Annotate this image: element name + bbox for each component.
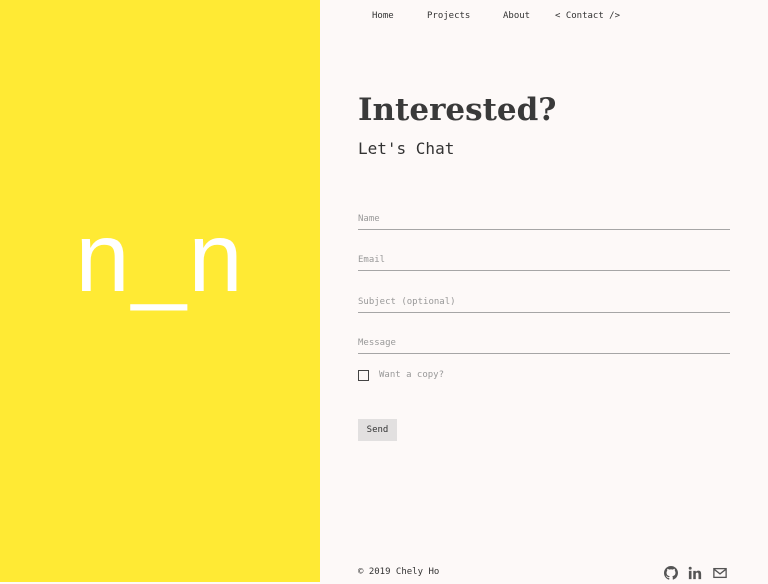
nav-about[interactable]: About (503, 11, 530, 21)
copy-checkbox-label: Want a copy? (379, 370, 445, 380)
copy-checkbox[interactable] (358, 370, 369, 381)
mail-icon[interactable] (713, 565, 727, 579)
linkedin-icon[interactable] (688, 565, 702, 580)
page-subtitle: Let's Chat (358, 139, 455, 158)
page-title: Interested? (358, 92, 557, 128)
nav-projects[interactable]: Projects (427, 11, 470, 21)
nav-home[interactable]: Home (372, 11, 394, 21)
message-input[interactable] (358, 333, 730, 354)
top-nav: Home Projects About < Contact /> (320, 11, 768, 25)
send-button[interactable]: Send (358, 419, 397, 441)
copyright-text: © 2019 Chely Ho (358, 567, 440, 577)
name-input[interactable] (358, 209, 730, 230)
github-icon[interactable] (664, 565, 678, 580)
logo-text: n_n (75, 202, 245, 312)
brand-panel: n_n (0, 0, 320, 582)
nav-contact[interactable]: < Contact /> (555, 11, 620, 21)
subject-input[interactable] (358, 292, 730, 313)
content-panel: Home Projects About < Contact /> Interes… (320, 0, 768, 582)
email-input[interactable] (358, 250, 730, 271)
